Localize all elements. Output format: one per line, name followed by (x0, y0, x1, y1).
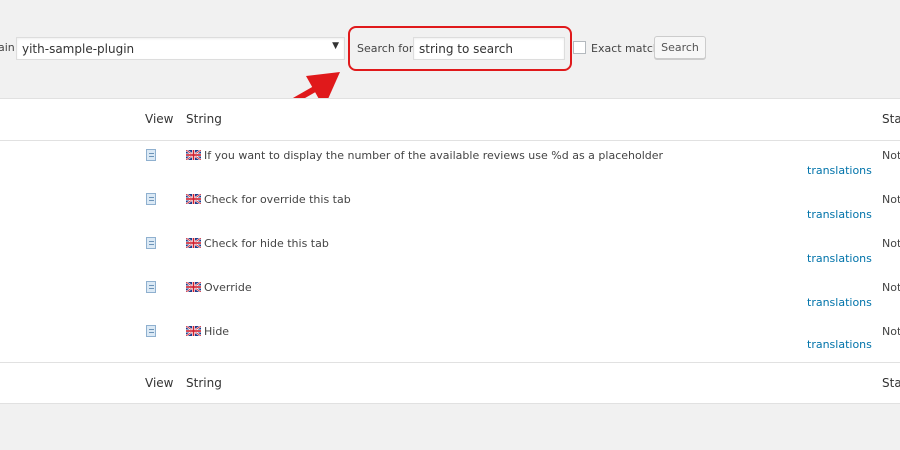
column-header-string[interactable]: String (186, 112, 222, 126)
table-header: View String Sta (0, 99, 900, 141)
uk-flag-icon (186, 150, 201, 160)
strings-table: View String Sta If you want to display t… (0, 98, 900, 404)
document-icon[interactable] (146, 237, 156, 249)
table-row: If you want to display the number of the… (0, 149, 900, 193)
table-row: Override translations Not (0, 281, 900, 325)
uk-flag-icon (186, 282, 201, 292)
status-cell: Not (882, 193, 900, 206)
string-text: Hide (204, 325, 230, 338)
domain-select-value: yith-sample-plugin (22, 42, 135, 56)
document-icon[interactable] (146, 149, 156, 161)
document-icon[interactable] (146, 281, 156, 293)
translations-link[interactable]: translations (807, 296, 872, 309)
translations-link[interactable]: translations (807, 338, 872, 351)
column-header-status[interactable]: Sta (882, 112, 900, 126)
table-row: Check for hide this tab translations Not (0, 237, 900, 281)
translations-link[interactable]: translations (807, 164, 872, 177)
status-cell: Not (882, 325, 900, 338)
string-text: Check for hide this tab (204, 237, 329, 250)
dropdown-arrow-icon: ▼ (332, 41, 339, 51)
document-icon[interactable] (146, 325, 156, 337)
column-footer-string[interactable]: String (186, 376, 222, 390)
column-header-view[interactable]: View (145, 112, 173, 126)
translations-link[interactable]: translations (807, 208, 872, 221)
string-text: If you want to display the number of the… (204, 149, 664, 162)
uk-flag-icon (186, 194, 201, 204)
column-footer-status[interactable]: Sta (882, 376, 900, 390)
search-button[interactable]: Search (654, 36, 706, 59)
document-icon[interactable] (146, 193, 156, 205)
column-footer-view[interactable]: View (145, 376, 173, 390)
string-text: Check for override this tab (204, 193, 351, 206)
exact-match-label: Exact match (591, 42, 660, 55)
exact-match-checkbox[interactable] (573, 41, 586, 54)
string-text: Override (204, 281, 252, 294)
status-cell: Not (882, 281, 900, 294)
table-row: Check for override this tab translations… (0, 193, 900, 237)
table-footer: View String Sta (0, 362, 900, 404)
uk-flag-icon (186, 238, 201, 248)
domain-select[interactable]: yith-sample-plugin ▼ (16, 37, 345, 60)
status-cell: Not (882, 149, 900, 162)
search-highlight-annotation (348, 26, 572, 71)
uk-flag-icon (186, 326, 201, 336)
translations-link[interactable]: translations (807, 252, 872, 265)
status-cell: Not (882, 237, 900, 250)
